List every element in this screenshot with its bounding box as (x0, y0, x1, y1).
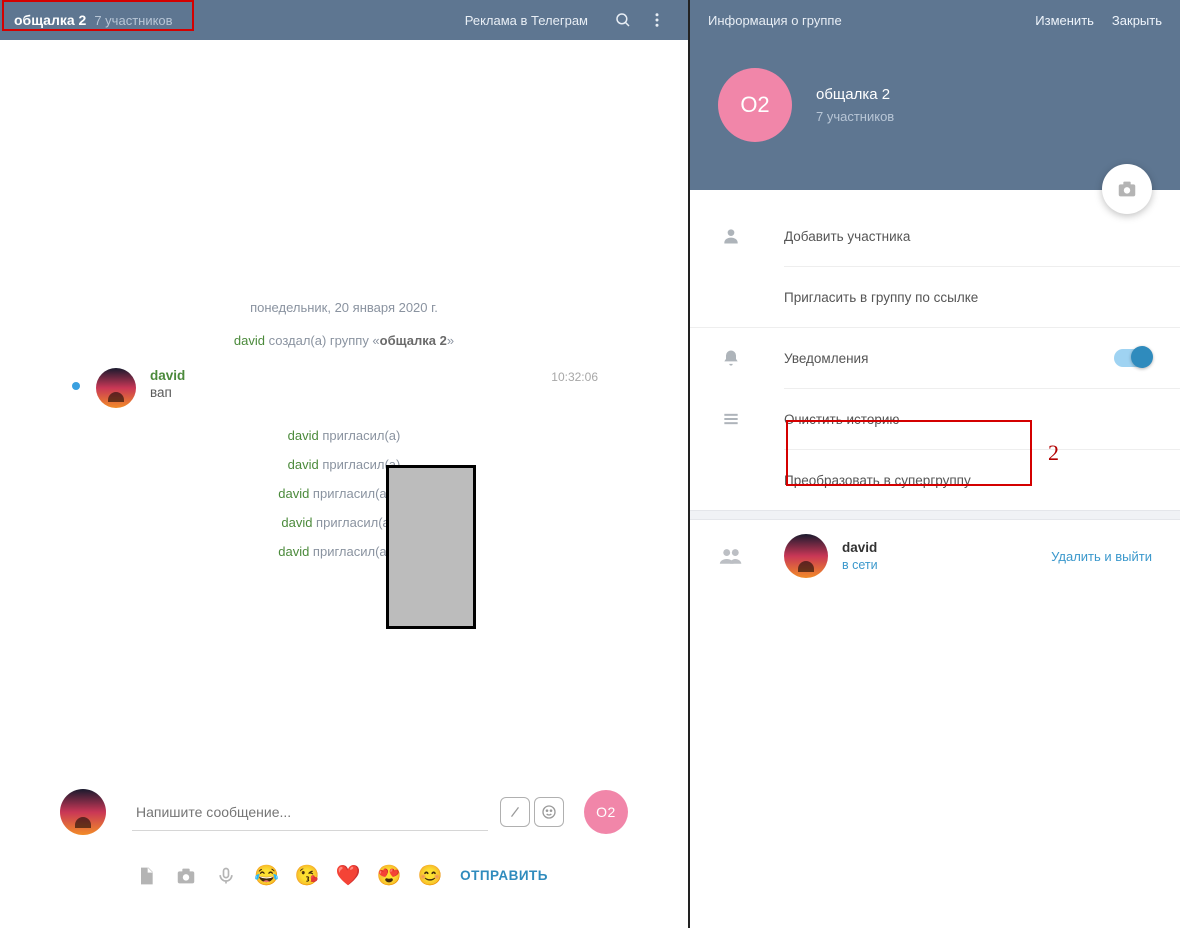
ad-link[interactable]: Реклама в Телеграм (465, 13, 588, 28)
date-separator: понедельник, 20 января 2020 г. (0, 300, 688, 315)
chat-body: понедельник, 20 января 2020 г. david соз… (0, 40, 688, 769)
group-members: 7 участников (816, 109, 894, 124)
person-icon (718, 226, 744, 246)
message-row[interactable]: david вап 10:32:06 (0, 362, 688, 414)
emoji-hearteyes-icon[interactable]: 😍 (377, 863, 402, 888)
service-msg-invite: david пригласил(а) Vk (0, 486, 688, 501)
info-header: Информация о группе Изменить Закрыть (690, 0, 1180, 40)
more-icon[interactable] (640, 3, 674, 37)
format-icon[interactable] (500, 797, 530, 827)
service-msg-created: david создал(а) группу «общалка 2» (0, 333, 688, 348)
service-msg-invite: david пригласил(а) м (0, 515, 688, 530)
member-row[interactable]: david в сети Удалить и выйти (690, 520, 1180, 592)
service-msg-invite: david пригласил(а) (0, 428, 688, 443)
message-text: вап (150, 385, 628, 400)
group-name: общалка 2 (816, 86, 894, 103)
close-button[interactable]: Закрыть (1112, 13, 1162, 28)
group-avatar-badge[interactable]: О2 (584, 790, 628, 834)
convert-supergroup-row[interactable]: Преобразовать в супергруппу (690, 450, 1180, 510)
emoji-laugh-icon[interactable]: 😂 (254, 863, 279, 888)
bell-icon (718, 348, 744, 368)
member-avatar[interactable] (784, 534, 828, 578)
send-button[interactable]: ОТПРАВИТЬ (460, 868, 548, 883)
info-pane: Информация о группе Изменить Закрыть О2 … (690, 0, 1180, 928)
unread-dot-icon (72, 382, 80, 390)
emoji-picker-icon[interactable] (534, 797, 564, 827)
notifications-row[interactable]: Уведомления (690, 328, 1180, 388)
member-name: david (842, 540, 878, 555)
redacted-overlay (386, 465, 476, 629)
people-icon (718, 546, 744, 566)
invite-link-row[interactable]: Пригласить в группу по ссылке (690, 267, 1180, 327)
info-title: Информация о группе (708, 13, 842, 28)
message-input[interactable] (132, 794, 488, 831)
list-icon (718, 409, 744, 429)
emoji-heart-icon[interactable]: ❤️ (336, 863, 361, 888)
add-member-row[interactable]: Добавить участника (690, 206, 1180, 266)
group-hero: О2 общалка 2 7 участников (690, 40, 1180, 190)
user-avatar[interactable] (96, 368, 136, 408)
group-avatar[interactable]: О2 (718, 68, 792, 142)
emoji-kiss-icon[interactable]: 😘 (295, 863, 320, 888)
search-icon[interactable] (606, 3, 640, 37)
service-msg-invite: david пригласил(а) (0, 457, 688, 472)
info-actions-list: Добавить участника Пригласить в группу п… (690, 190, 1180, 592)
emoji-blush-icon[interactable]: 😊 (418, 863, 443, 888)
notifications-toggle[interactable] (1114, 349, 1152, 367)
chat-pane: общалка 2 7 участников Реклама в Телегра… (0, 0, 690, 928)
set-photo-button[interactable] (1102, 164, 1152, 214)
service-msg-invite: david пригласил(а) Vk (0, 544, 688, 559)
member-status: в сети (842, 558, 878, 572)
attach-file-icon[interactable] (134, 864, 158, 888)
edit-button[interactable]: Изменить (1035, 13, 1094, 28)
message-time: 10:32:06 (551, 370, 598, 384)
chat-title: общалка 2 (14, 12, 86, 28)
microphone-icon[interactable] (214, 864, 238, 888)
composer-area: О2 😂 😘 ❤️ 😍 😊 ОТПРАВИТЬ (0, 769, 688, 928)
camera-icon[interactable] (174, 864, 198, 888)
annotation-number-2: 2 (1048, 440, 1059, 466)
chat-members-count: 7 участников (94, 13, 172, 28)
leave-group-button[interactable]: Удалить и выйти (1051, 549, 1152, 564)
composer-avatar[interactable] (60, 789, 106, 835)
chat-header[interactable]: общалка 2 7 участников Реклама в Телегра… (0, 0, 688, 40)
clear-history-row[interactable]: Очистить историю (690, 389, 1180, 449)
